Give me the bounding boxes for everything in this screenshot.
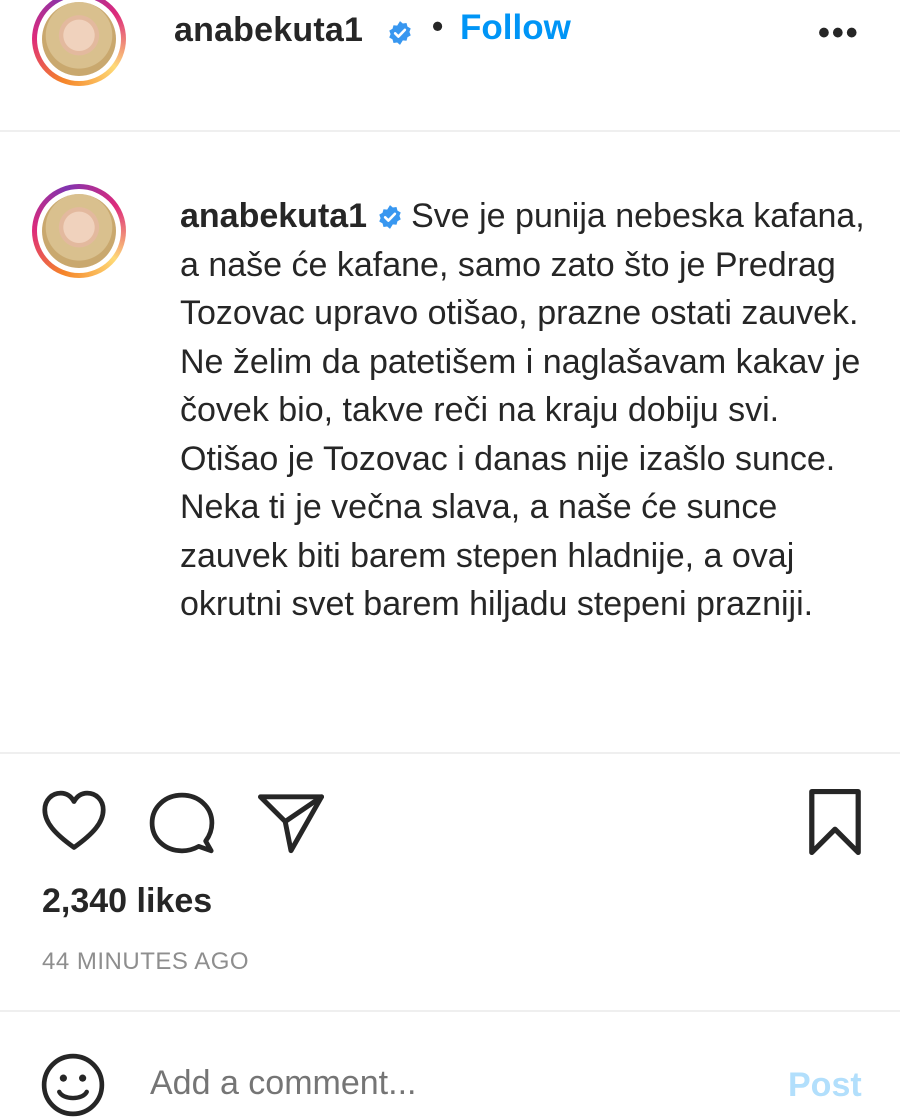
post-timestamp: 44 MINUTES AGO — [42, 948, 250, 975]
profile-avatar[interactable] — [32, 0, 126, 86]
bookmark-icon[interactable] — [806, 787, 864, 857]
caption-body: Sve je punija nebeska kafana, a naše će … — [180, 197, 865, 623]
caption-divider — [0, 752, 900, 754]
header-username[interactable]: anabekuta1 — [174, 11, 363, 50]
follow-button[interactable]: Follow — [460, 8, 571, 48]
post-header: anabekuta1 • Follow ••• — [0, 0, 900, 130]
caption-section: anabekuta1 Sve je punija nebeska kafana, … — [0, 132, 900, 752]
likes-count[interactable]: 2,340 likes — [42, 882, 212, 921]
post-button[interactable]: Post — [788, 1066, 862, 1105]
emoji-icon[interactable] — [40, 1052, 106, 1118]
heart-icon[interactable] — [40, 789, 108, 853]
verified-badge-icon — [379, 205, 401, 229]
more-options-button[interactable]: ••• — [818, 14, 860, 53]
action-bar — [0, 775, 900, 865]
comment-icon[interactable] — [148, 791, 216, 855]
separator-dot: • — [432, 8, 444, 44]
verified-badge-icon — [389, 21, 411, 45]
comment-bar: Post — [0, 1012, 900, 1117]
caption-avatar[interactable] — [32, 184, 126, 278]
caption-username[interactable]: anabekuta1 — [180, 197, 367, 235]
comment-input[interactable] — [150, 1064, 650, 1103]
caption-text-block: anabekuta1 Sve je punija nebeska kafana, … — [180, 192, 880, 629]
paper-plane-icon[interactable] — [256, 791, 326, 855]
